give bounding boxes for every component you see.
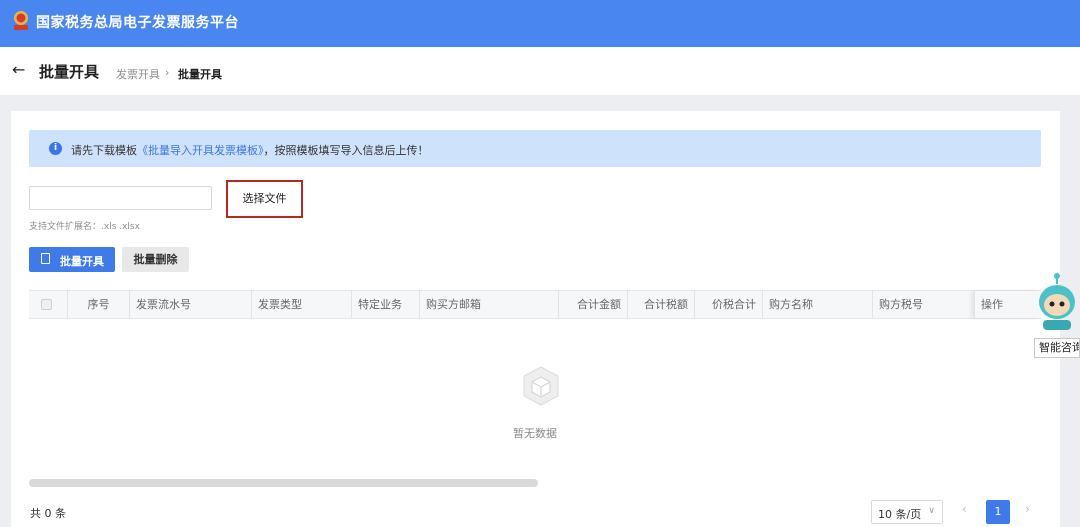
- page-size-select[interactable]: 10 条/页 ∨: [871, 500, 943, 524]
- page-button-current[interactable]: 1: [986, 500, 1010, 524]
- assistant-label[interactable]: 智能咨询: [1034, 338, 1080, 358]
- empty-state-text: 暂无数据: [513, 427, 557, 440]
- chevron-down-icon: ∨: [928, 506, 935, 516]
- col-total-amount: 合计金额: [558, 291, 627, 318]
- col-index: 序号: [67, 291, 129, 318]
- col-buyer-name: 购方名称: [762, 291, 872, 318]
- prev-page-button[interactable]: ‹: [962, 502, 967, 516]
- table-header: 序号 发票流水号 发票类型 特定业务 购买方邮箱 合计金额 合计税额 价税合计 …: [29, 290, 1041, 319]
- col-serial-number: 发票流水号: [129, 291, 251, 318]
- batch-delete-button[interactable]: 批量删除: [122, 247, 189, 272]
- choose-file-button[interactable]: 选择文件: [226, 180, 303, 218]
- total-count: 共 0 条: [30, 507, 66, 520]
- document-icon: [41, 253, 50, 264]
- col-total-tax: 合计税额: [627, 291, 694, 318]
- file-extension-hint: 支持文件扩展名：.xls .xlsx: [29, 222, 140, 232]
- col-buyer-email: 购买方邮箱: [419, 291, 558, 318]
- col-operations: 操作: [974, 291, 1041, 318]
- notice-text: 请先下载模板《批量导入开具发票模板》，按照模板填写导入信息后上传！: [71, 144, 429, 157]
- next-page-button[interactable]: ›: [1025, 502, 1030, 516]
- select-all-checkbox[interactable]: [41, 299, 52, 310]
- info-icon: i: [49, 142, 62, 155]
- col-specific-business: 特定业务: [351, 291, 419, 318]
- select-all-cell: [29, 291, 67, 318]
- col-invoice-type: 发票类型: [251, 291, 351, 318]
- operations-column: 操作: [974, 291, 1041, 318]
- top-header: 国家税务总局电子发票服务平台: [0, 0, 1080, 47]
- batch-issue-button[interactable]: 批量开具: [29, 247, 115, 272]
- col-buyer-tax-id: 购方税号: [872, 291, 974, 318]
- invoice-table: 序号 发票流水号 发票类型 特定业务 购买方邮箱 合计金额 合计税额 价税合计 …: [29, 290, 1041, 475]
- breadcrumb-current: 批量开具: [178, 68, 222, 81]
- app-title: 国家税务总局电子发票服务平台: [36, 15, 239, 31]
- empty-box-icon: [523, 366, 559, 406]
- assistant-robot-icon[interactable]: [1034, 272, 1080, 332]
- notice-banner: i 请先下载模板《批量导入开具发票模板》，按照模板填写导入信息后上传！: [29, 130, 1041, 167]
- horizontal-scrollbar[interactable]: [29, 479, 538, 487]
- back-arrow-icon[interactable]: ←: [12, 60, 25, 79]
- breadcrumb-issue[interactable]: 发票开具: [116, 66, 160, 82]
- file-path-input[interactable]: [29, 186, 212, 210]
- template-download-link[interactable]: 《批量导入开具发票模板》: [137, 144, 264, 157]
- tax-emblem-icon: [14, 11, 28, 30]
- breadcrumb-separator: ›: [165, 66, 170, 79]
- col-total-with-tax: 价税合计: [694, 291, 762, 318]
- page-title: 批量开具: [39, 63, 100, 81]
- page-header: [0, 47, 1080, 95]
